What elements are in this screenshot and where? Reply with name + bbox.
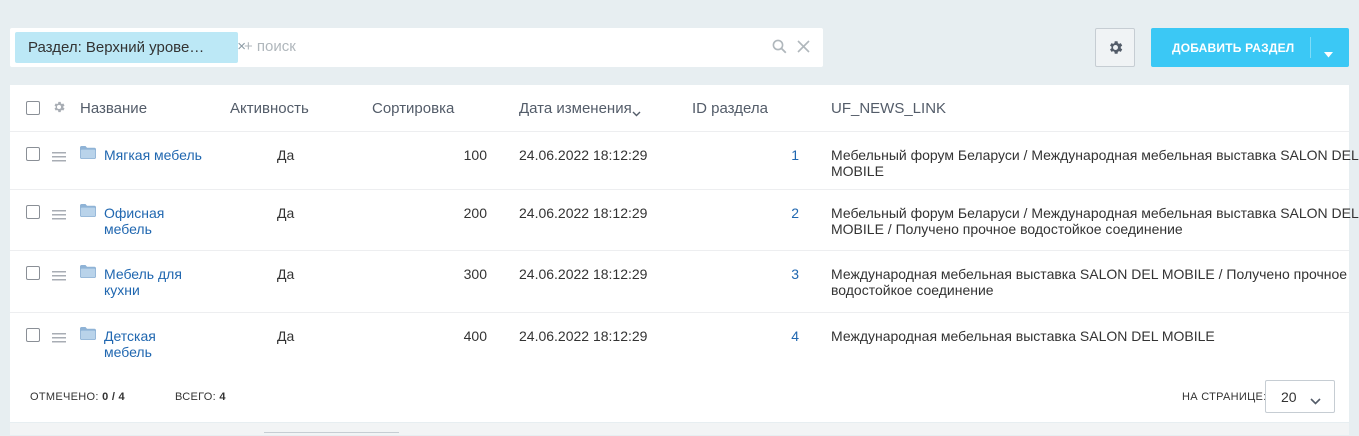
uf-news-link-line: MOBILE / Получено прочное водостойкое со…: [831, 221, 1183, 237]
lower-panel: [10, 423, 1349, 435]
section-name-link[interactable]: Детская мебель: [104, 328, 214, 360]
total-counter-label: ВСЕГО:: [175, 391, 217, 403]
settings-button[interactable]: [1095, 28, 1135, 67]
filter-chip-label: Раздел: Верхний урове…: [28, 39, 205, 56]
chevron-down-icon[interactable]: [1324, 45, 1333, 63]
section-name-link[interactable]: Мягкая мебель: [104, 147, 214, 163]
uf-news-link-line: Международная мебельная выставка SALON D…: [831, 266, 1348, 282]
date-value: 24.06.2022 18:12:29: [519, 147, 648, 163]
total-counter-value: 4: [219, 391, 226, 403]
column-settings-icon[interactable]: [52, 100, 66, 119]
lower-panel-control: [264, 432, 399, 436]
date-value: 24.06.2022 18:12:29: [519, 266, 648, 282]
grid-header: Название Активность Сортировка Дата изме…: [10, 85, 1349, 132]
section-name-line: кухни: [104, 282, 140, 298]
column-header-active[interactable]: Активность: [230, 100, 309, 117]
section-id-link[interactable]: 3: [750, 266, 799, 282]
uf-news-link-value: Мебельный форум Беларуси / Международная…: [831, 205, 1359, 237]
selected-counter-label: ОТМЕЧЕНО:: [30, 391, 99, 403]
drag-handle-icon[interactable]: [52, 330, 66, 348]
sections-grid: Название Активность Сортировка Дата изме…: [10, 85, 1359, 422]
section-name-line: Детская: [104, 328, 156, 344]
uf-news-link-line: Международная мебельная выставка SALON D…: [831, 328, 1215, 344]
table-row[interactable]: Мебель для кухни Да 300 24.06.2022 18:12:29 3…: [10, 250, 1349, 313]
drag-handle-icon[interactable]: [52, 207, 66, 225]
column-header-uf-news-link[interactable]: UF_NEWS_LINK: [831, 100, 946, 117]
grid-footer: ОТМЕЧЕНО: 0 / 4 ВСЕГО: 4 НА СТРАНИЦЕ: 20: [10, 374, 1349, 422]
uf-news-link-line: MOBILE: [831, 163, 884, 179]
row-checkbox[interactable]: [26, 328, 40, 342]
section-name-line: Мебель для: [104, 266, 182, 282]
filter-search-bar[interactable]: Раздел: Верхний урове… ×: [10, 28, 823, 67]
section-name-line: мебель: [104, 344, 152, 360]
active-value: Да: [277, 328, 295, 344]
sort-value: 300: [463, 266, 487, 282]
active-value: Да: [277, 147, 295, 163]
sort-value: 100: [463, 147, 487, 163]
row-checkbox[interactable]: [26, 266, 40, 280]
chevron-down-icon: [1310, 392, 1321, 410]
row-checkbox[interactable]: [26, 147, 40, 161]
table-row[interactable]: Мягкая мебель Да 100 24.06.2022 18:12:29 1 Ме…: [10, 131, 1359, 190]
clear-icon[interactable]: [797, 40, 810, 58]
section-name-link[interactable]: Мебель для кухни: [104, 266, 214, 298]
uf-news-link-line: Мебельный форум Беларуси / Международная…: [831, 205, 1359, 221]
folder-icon: [80, 265, 96, 283]
section-id-link[interactable]: 2: [750, 205, 799, 221]
sort-value: 200: [463, 205, 487, 221]
section-name-link[interactable]: Офисная мебель: [104, 205, 214, 237]
gear-icon: [1110, 41, 1123, 54]
row-checkbox[interactable]: [26, 205, 40, 219]
selected-counter: ОТМЕЧЕНО: 0 / 4: [30, 391, 125, 403]
sort-value: 400: [463, 328, 487, 344]
uf-news-link-value: Международная мебельная выставка SALON D…: [831, 266, 1348, 298]
sort-chevron-down-icon[interactable]: [632, 104, 641, 122]
active-value: Да: [277, 266, 295, 282]
column-header-date[interactable]: Дата изменения: [519, 100, 632, 117]
folder-icon: [80, 146, 96, 164]
column-header-id[interactable]: ID раздела: [692, 100, 768, 117]
search-icon[interactable]: [772, 39, 787, 59]
drag-handle-icon[interactable]: [52, 268, 66, 286]
add-section-button[interactable]: ДОБАВИТЬ РАЗДЕЛ: [1151, 28, 1349, 67]
folder-icon: [80, 204, 96, 222]
selected-counter-value: 0 / 4: [102, 391, 125, 403]
filter-chip[interactable]: Раздел: Верхний урове… ×: [15, 32, 246, 63]
section-name-line: Офисная: [104, 205, 165, 221]
drag-handle-icon[interactable]: [52, 149, 66, 167]
per-page-select[interactable]: 20: [1265, 380, 1335, 413]
per-page-value: 20: [1281, 389, 1297, 405]
date-value: 24.06.2022 18:12:29: [519, 205, 648, 221]
uf-news-link-line: водостойкое соединение: [831, 282, 994, 298]
total-counter: ВСЕГО: 4: [175, 391, 226, 403]
active-value: Да: [277, 205, 295, 221]
column-header-name[interactable]: Название: [80, 100, 147, 117]
uf-news-link-value: Международная мебельная выставка SALON D…: [831, 328, 1341, 344]
section-name-line: Мягкая мебель: [104, 147, 202, 163]
button-divider: [1310, 37, 1311, 58]
table-row[interactable]: Офисная мебель Да 200 24.06.2022 18:12:29 2 Ме…: [10, 189, 1359, 251]
select-all-checkbox[interactable]: [26, 101, 40, 115]
uf-news-link-line: Мебельный форум Беларуси / Международная…: [831, 147, 1359, 163]
column-header-sort[interactable]: Сортировка: [372, 100, 454, 117]
search-input[interactable]: [242, 37, 746, 56]
section-name-line: мебель: [104, 221, 152, 237]
uf-news-link-value: Мебельный форум Беларуси / Международная…: [831, 147, 1359, 179]
folder-icon: [80, 327, 96, 345]
table-row[interactable]: Детская мебель Да 400 24.06.2022 18:12:29 4 Ме…: [10, 312, 1349, 375]
date-value: 24.06.2022 18:12:29: [519, 328, 648, 344]
add-section-label: ДОБАВИТЬ РАЗДЕЛ: [1172, 41, 1295, 55]
section-id-link[interactable]: 1: [750, 147, 799, 163]
per-page-label: НА СТРАНИЦЕ:: [1182, 391, 1267, 403]
section-id-link[interactable]: 4: [750, 328, 799, 344]
